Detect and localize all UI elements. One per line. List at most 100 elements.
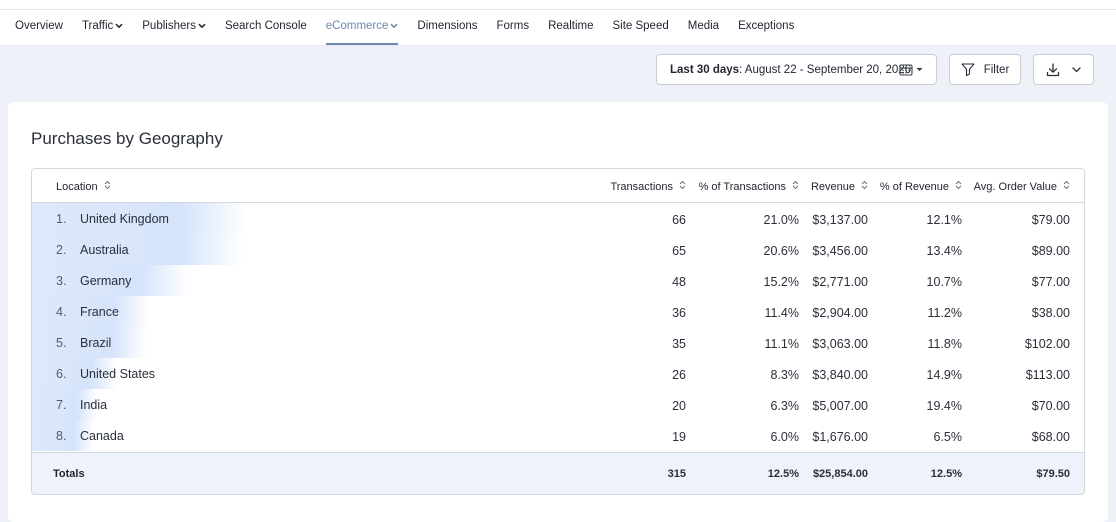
nav-item-ecommerce[interactable]: eCommerce [325, 9, 399, 45]
row-aov: $79.00 [1031, 213, 1070, 227]
column-header--of-revenue[interactable]: % of Revenue [880, 180, 962, 193]
row-revenue: $3,063.00 [812, 337, 868, 351]
sort-icon[interactable] [955, 180, 962, 193]
table-row[interactable]: 5. Brazil 35 11.1% $3,063.00 11.8% $102.00 [32, 327, 1084, 358]
row-pct-transactions: 21.0% [763, 213, 799, 227]
row-location: Germany [80, 274, 132, 288]
totals-revenue: $25,854.00 [812, 468, 868, 480]
totals-aov: $79.50 [1036, 468, 1070, 480]
table-row[interactable]: 8. Canada 19 6.0% $1,676.00 6.5% $68.00 [32, 420, 1084, 451]
table-row[interactable]: 4. France 36 11.4% $2,904.00 11.2% $38.00 [32, 296, 1084, 327]
nav-item-label: Realtime [548, 20, 594, 32]
row-pct-revenue: 12.1% [926, 213, 962, 227]
row-location: Canada [80, 429, 124, 443]
row-revenue: $3,137.00 [812, 213, 868, 227]
sort-icon[interactable] [792, 180, 799, 193]
row-transactions: 26 [672, 368, 686, 382]
column-header-location[interactable]: Location [56, 180, 111, 193]
row-pct-revenue: 6.5% [933, 430, 963, 444]
table-row[interactable]: 2. Australia 65 20.6% $3,456.00 13.4% $89.00 [32, 234, 1084, 265]
nav-item-exceptions[interactable]: Exceptions [738, 9, 794, 45]
row-pct-transactions: 15.2% [763, 275, 799, 289]
table-row[interactable]: 7. India 20 6.3% $5,007.00 19.4% $70.00 [32, 389, 1084, 420]
row-aov: $102.00 [1024, 337, 1070, 351]
row-location: India [80, 398, 108, 412]
sort-icon[interactable] [679, 180, 686, 193]
nav-item-label: Overview [15, 20, 63, 32]
report-card: Purchases by Geography Location Transacti… [8, 102, 1108, 522]
row-revenue: $5,007.00 [812, 399, 868, 413]
row-revenue: $3,840.00 [812, 368, 868, 382]
table-row[interactable]: 3. Germany 48 15.2% $2,771.00 10.7% $77.00 [32, 265, 1084, 296]
totals-row: Totals 315 12.5% $25,854.00 12.5% $79.50 [32, 452, 1084, 494]
nav-item-label: Site Speed [612, 20, 669, 32]
sort-icon[interactable] [104, 180, 111, 193]
chevron-down-icon [1072, 66, 1081, 72]
column-header-transactions[interactable]: Transactions [610, 180, 686, 193]
row-pct-revenue: 11.2% [927, 306, 962, 320]
table-header: Location Transactions % of Transactions Rev… [32, 169, 1084, 203]
nav-item-publishers[interactable]: Publishers [142, 9, 206, 45]
download-icon [1046, 62, 1060, 76]
row-pct-transactions: 6.0% [770, 430, 800, 444]
row-aov: $68.00 [1031, 430, 1070, 444]
nav-item-forms[interactable]: Forms [497, 9, 530, 45]
nav-item-search-console[interactable]: Search Console [225, 9, 307, 45]
nav-item-dimensions[interactable]: Dimensions [417, 9, 477, 45]
nav-item-realtime[interactable]: Realtime [548, 9, 593, 45]
row-pct-transactions: 8.3% [770, 368, 800, 382]
nav-item-media[interactable]: Media [688, 9, 719, 45]
row-rank: 1. [56, 212, 67, 226]
chevron-down-icon [198, 23, 206, 29]
geography-table: Location Transactions % of Transactions Rev… [31, 168, 1085, 495]
caret-down-icon [916, 67, 923, 72]
row-transactions: 35 [672, 337, 686, 351]
column-header-label: Avg. Order Value [973, 180, 1057, 193]
filter-button[interactable]: Filter [949, 54, 1021, 85]
column-header-label: % of Transactions [698, 180, 786, 193]
row-transactions: 66 [672, 213, 686, 227]
filter-icon [961, 63, 975, 76]
sort-icon[interactable] [1063, 180, 1070, 193]
report-title: Purchases by Geography [31, 129, 223, 148]
row-pct-revenue: 11.8% [927, 337, 962, 351]
column-header-label: Revenue [810, 180, 855, 193]
row-pct-transactions: 11.4% [764, 306, 799, 320]
column-header-label: Location [56, 180, 98, 193]
row-pct-transactions: 11.1% [764, 337, 799, 351]
table-row[interactable]: 6. United States 26 8.3% $3,840.00 14.9% $113.… [32, 358, 1084, 389]
sort-icon[interactable] [861, 180, 868, 193]
column-header-revenue[interactable]: Revenue [811, 180, 868, 193]
row-transactions: 36 [672, 306, 686, 320]
date-range-picker[interactable]: Last 30 days: August 22 - September 20, … [656, 54, 937, 85]
row-aov: $113.00 [1025, 368, 1070, 382]
row-pct-transactions: 20.6% [763, 244, 799, 258]
download-button[interactable] [1033, 54, 1094, 85]
row-revenue: $2,771.00 [812, 275, 868, 289]
row-revenue: $1,676.00 [812, 430, 868, 444]
chevron-down-icon [390, 23, 398, 29]
column-header-avg-order-value[interactable]: Avg. Order Value [974, 180, 1070, 193]
nav-item-overview[interactable]: Overview [15, 9, 63, 45]
main-nav: Overview Traffic Publishers Search Console e… [0, 10, 1116, 46]
nav-item-traffic[interactable]: Traffic [82, 9, 123, 45]
row-location: United States [80, 367, 156, 381]
row-pct-revenue: 19.4% [926, 399, 962, 413]
totals-transactions: 315 [667, 468, 686, 480]
column-header--of-transactions[interactable]: % of Transactions [699, 180, 799, 193]
row-aov: $89.00 [1031, 244, 1070, 258]
row-location: Australia [80, 243, 129, 257]
totals-pct-revenue: 12.5% [930, 468, 962, 480]
row-rank: 7. [56, 398, 67, 412]
nav-item-site-speed[interactable]: Site Speed [612, 9, 668, 45]
table-row[interactable]: 1. United Kingdom 66 21.0% $3,137.00 12.1% $79… [32, 203, 1084, 234]
totals-pct-transactions: 12.5% [767, 468, 799, 480]
toolbar: Last 30 days: August 22 - September 20, … [0, 54, 1116, 85]
row-rank: 2. [56, 243, 67, 257]
nav-item-label: Exceptions [738, 20, 795, 32]
totals-label: Totals [53, 468, 85, 480]
nav-item-label: Traffic [81, 20, 114, 32]
row-transactions: 20 [672, 399, 686, 413]
row-pct-revenue: 14.9% [926, 368, 962, 382]
filter-label: Filter [983, 63, 1010, 76]
